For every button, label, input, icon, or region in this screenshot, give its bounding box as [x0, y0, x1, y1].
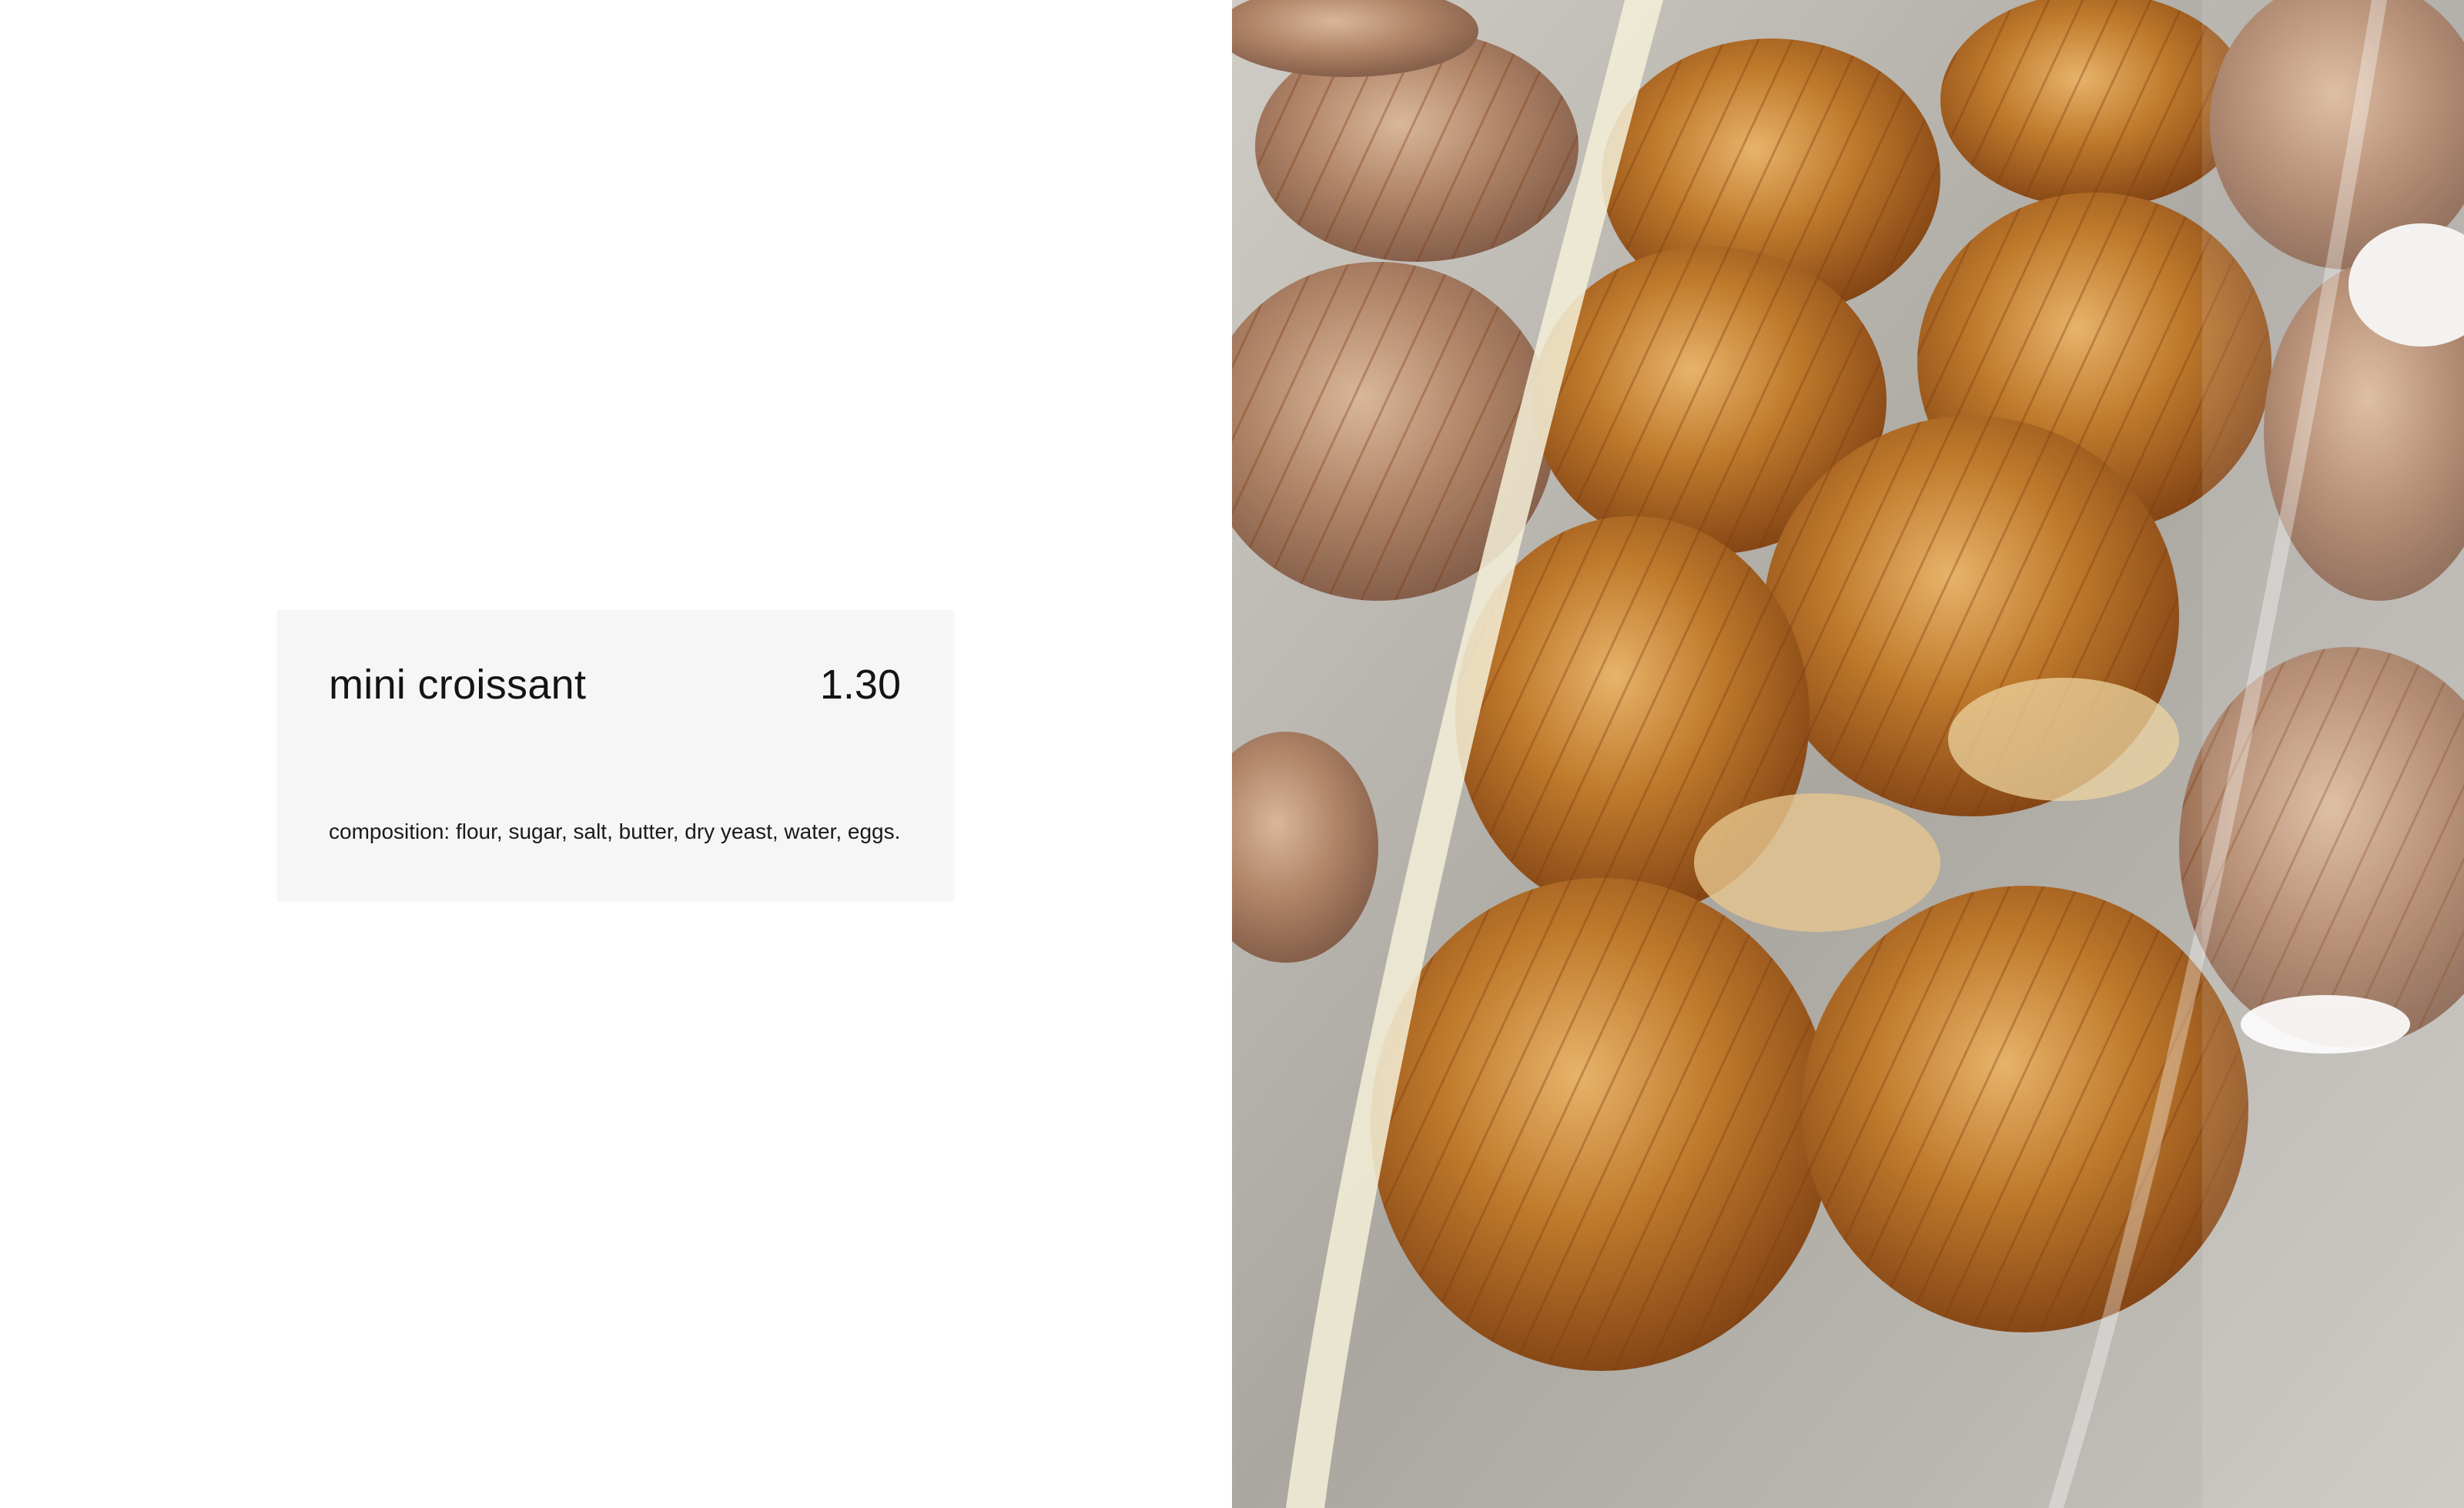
product-page: mini croissant 1.30 composition: flour, … [0, 0, 2464, 1508]
croissant-tray-image [1232, 0, 2464, 1508]
product-name: mini croissant [329, 662, 587, 708]
product-info-pane: mini croissant 1.30 composition: flour, … [0, 0, 1232, 1508]
product-photo [1232, 0, 2464, 1508]
product-composition: composition: flour, sugar, salt, butter,… [329, 819, 901, 843]
product-card: mini croissant 1.30 composition: flour, … [277, 610, 953, 900]
product-price: 1.30 [819, 662, 901, 708]
